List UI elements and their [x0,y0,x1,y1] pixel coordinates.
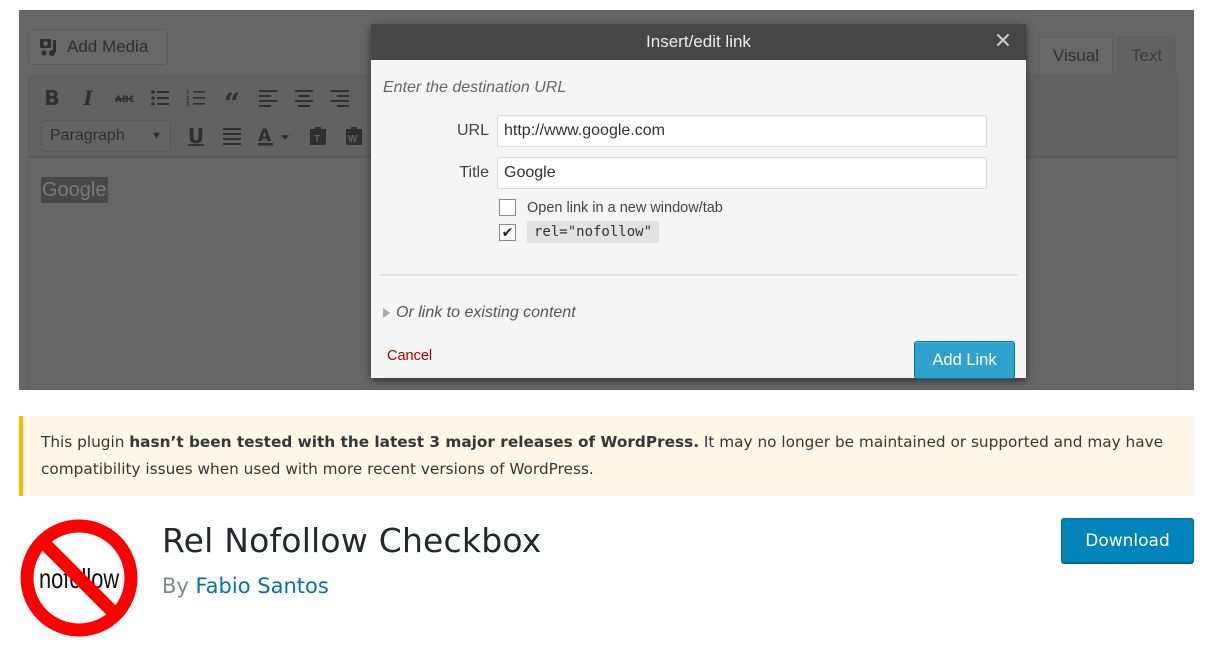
bulleted-list-icon[interactable] [149,86,171,110]
svg-text:W: W [348,134,358,145]
new-window-label: Open link in a new window/tab [527,199,723,216]
text-color-icon[interactable]: A [257,124,293,148]
dialog-divider [379,274,1018,276]
url-label: URL [456,122,489,139]
existing-content-label: Or link to existing content [396,304,576,321]
paste-from-word-icon[interactable]: W [343,124,365,148]
plugin-author-line: By Fabio Santos [162,574,329,598]
new-window-option: Open link in a new window/tab [499,199,723,216]
author-link[interactable]: Fabio Santos [196,574,329,598]
align-left-icon[interactable] [257,86,279,110]
align-right-icon[interactable] [329,86,351,110]
add-link-button[interactable]: Add Link [914,341,1015,379]
nofollow-label: rel="nofollow" [527,221,660,243]
svg-text:3: 3 [186,102,190,108]
paste-as-text-icon[interactable]: T [307,124,329,148]
editor-tabs: Visual Text [1039,36,1177,74]
tab-visual[interactable]: Visual [1039,36,1113,74]
plugin-banner-screenshot: Add Media Visual Text B I ABC 123 “ Para… [19,10,1194,390]
url-input[interactable] [497,115,987,147]
selected-text: Google [41,177,108,203]
plugin-title: Rel Nofollow Checkbox [162,521,542,560]
notice-emphasis: hasn’t been tested with the latest 3 maj… [129,433,700,451]
add-media-label: Add Media [67,37,149,56]
download-button[interactable]: Download [1061,518,1194,563]
svg-text:T: T [314,134,320,145]
numbered-list-icon[interactable]: 123 [185,86,207,110]
plugin-icon-nofollow-prohibition: nofollow [20,519,138,637]
dialog-title: Insert/edit link [646,32,751,51]
toolbar-row-2: Paragraph ▼ U A T W [41,120,365,152]
compatibility-warning-notice: This plugin hasn’t been tested with the … [19,416,1194,496]
toolbar-row-1: B I ABC 123 “ [41,84,351,120]
underline-icon[interactable]: U [185,124,207,148]
align-center-icon[interactable] [293,86,315,110]
add-media-button[interactable]: Add Media [28,29,168,65]
media-icon [40,39,56,56]
triangle-right-icon [383,308,390,318]
paragraph-format-value: Paragraph [50,127,125,144]
destination-hint: Enter the destination URL [383,79,567,96]
link-existing-content-toggle[interactable]: Or link to existing content [383,304,576,322]
chevron-down-icon: ▼ [151,130,162,142]
insert-link-dialog: Insert/edit link ✕ Enter the destination… [371,24,1026,379]
paragraph-format-select[interactable]: Paragraph ▼ [41,120,171,152]
svg-text:ABC: ABC [115,95,134,105]
strikethrough-icon[interactable]: ABC [113,86,135,110]
by-label: By [162,574,189,598]
close-icon[interactable]: ✕ [994,30,1012,52]
blockquote-icon[interactable]: “ [221,86,243,120]
cancel-link[interactable]: Cancel [387,348,432,364]
nofollow-checkbox[interactable]: ✔ [499,223,516,241]
title-label: Title [459,164,489,181]
nofollow-option: ✔ rel="nofollow" [499,221,660,243]
title-input[interactable] [497,157,987,189]
notice-prefix: This plugin [41,433,130,451]
justify-icon[interactable] [221,124,243,148]
italic-icon[interactable]: I [77,86,99,110]
tab-text[interactable]: Text [1117,36,1177,74]
bold-icon[interactable]: B [41,86,63,110]
new-window-checkbox[interactable] [499,199,516,216]
dialog-header: Insert/edit link ✕ [371,24,1026,60]
